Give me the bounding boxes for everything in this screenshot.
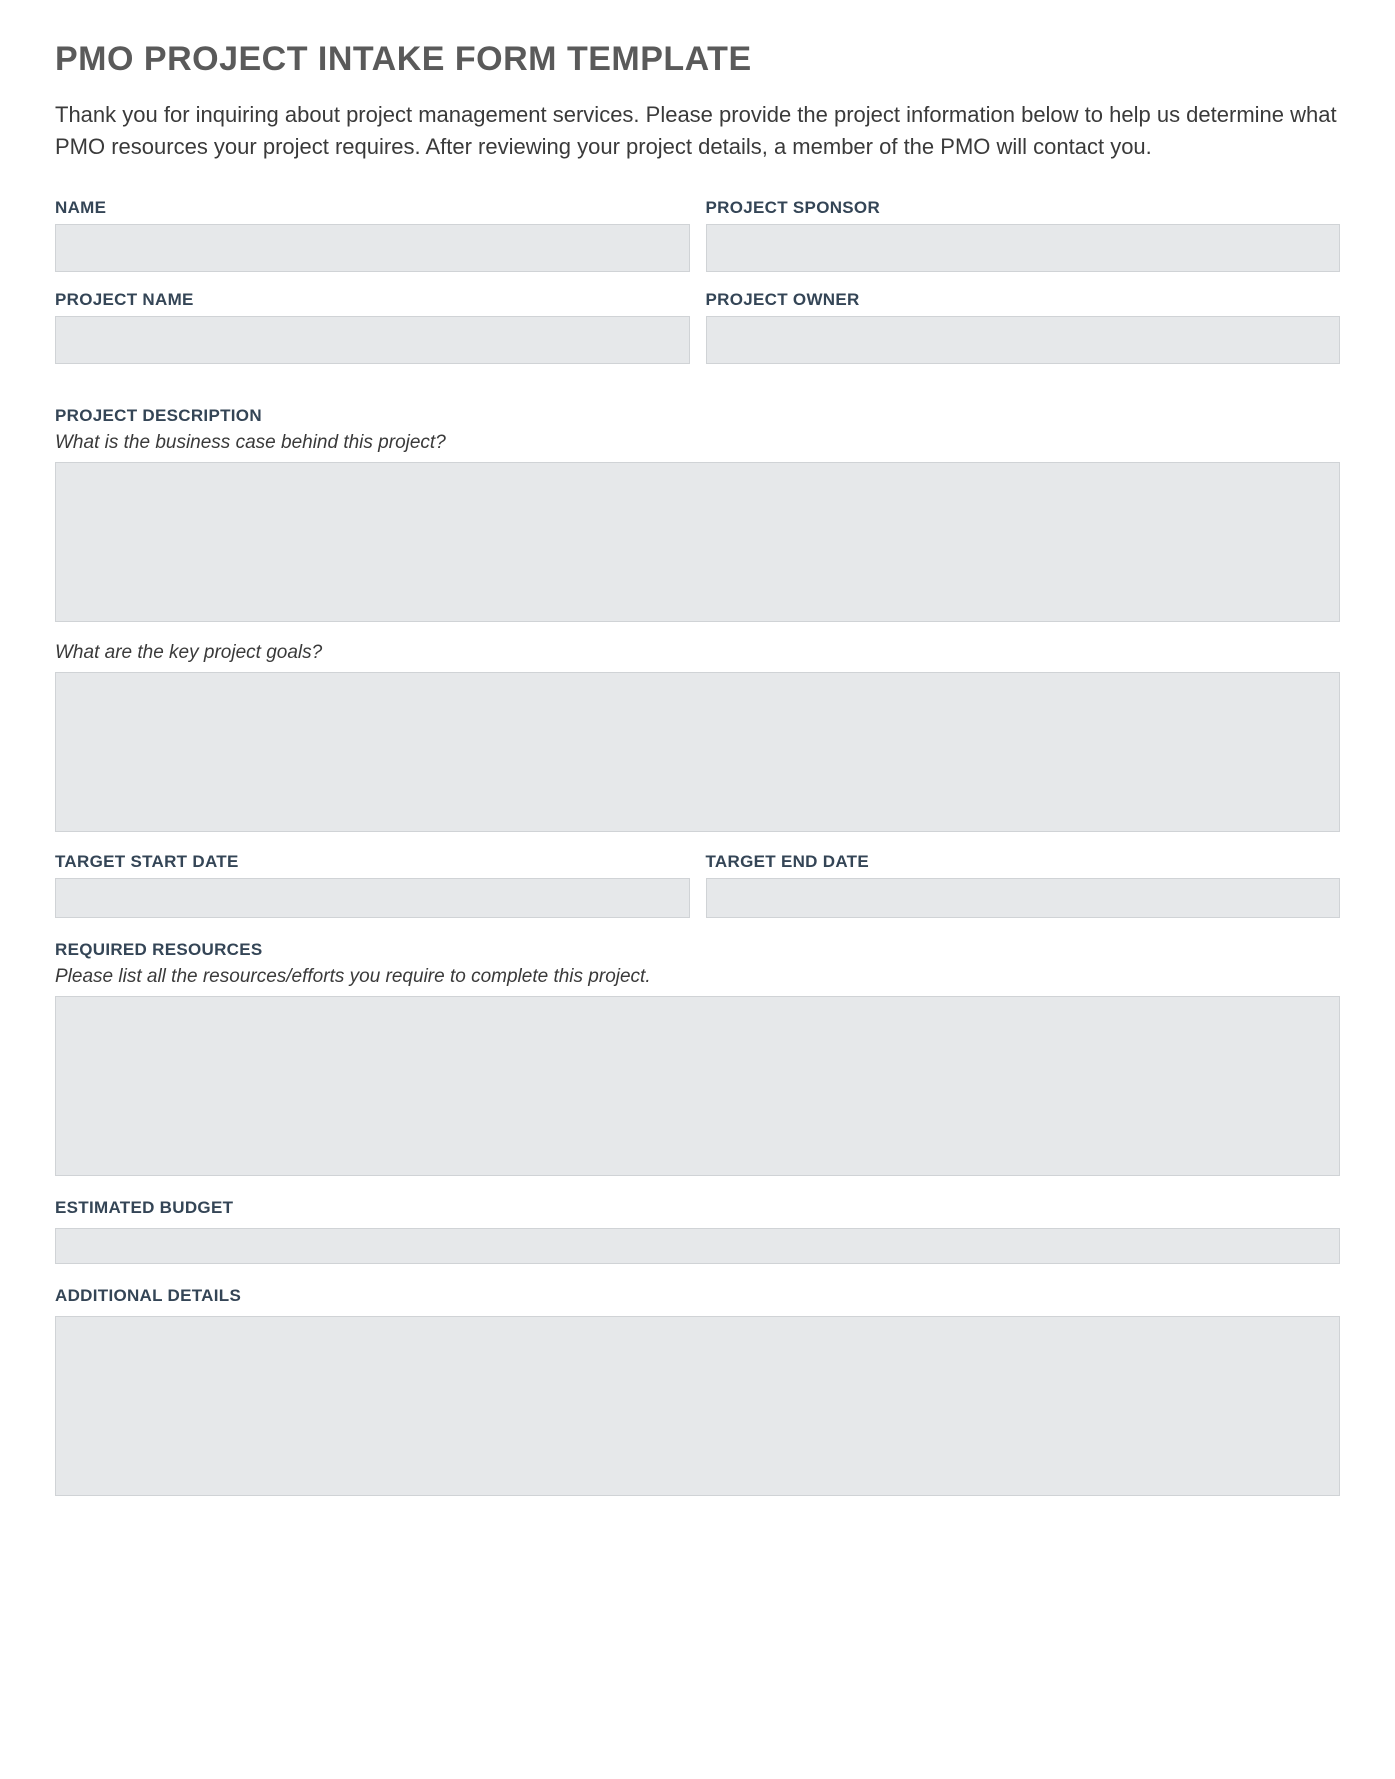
required-resources-textarea[interactable]: [55, 996, 1340, 1176]
name-input[interactable]: [55, 224, 690, 272]
page-title: PMO PROJECT INTAKE FORM TEMPLATE: [55, 40, 1340, 79]
project-name-input[interactable]: [55, 316, 690, 364]
additional-details-textarea[interactable]: [55, 1316, 1340, 1496]
additional-details-label: ADDITIONAL DETAILS: [55, 1286, 1340, 1306]
target-end-date-label: TARGET END DATE: [706, 852, 1341, 872]
row-name-sponsor: NAME PROJECT SPONSOR: [55, 198, 1340, 272]
required-resources-prompt: Please list all the resources/efforts yo…: [55, 966, 1340, 988]
project-sponsor-input[interactable]: [706, 224, 1341, 272]
required-resources-label: REQUIRED RESOURCES: [55, 940, 1340, 960]
name-label: NAME: [55, 198, 690, 218]
row-projectname-owner: PROJECT NAME PROJECT OWNER: [55, 290, 1340, 364]
target-end-date-input[interactable]: [706, 878, 1341, 918]
project-name-label: PROJECT NAME: [55, 290, 690, 310]
business-case-prompt: What is the business case behind this pr…: [55, 432, 1340, 454]
project-owner-input[interactable]: [706, 316, 1341, 364]
target-start-date-input[interactable]: [55, 878, 690, 918]
intro-paragraph: Thank you for inquiring about project ma…: [55, 99, 1340, 163]
target-start-date-label: TARGET START DATE: [55, 852, 690, 872]
key-goals-textarea[interactable]: [55, 672, 1340, 832]
business-case-textarea[interactable]: [55, 462, 1340, 622]
project-description-label: PROJECT DESCRIPTION: [55, 406, 1340, 426]
key-goals-prompt: What are the key project goals?: [55, 642, 1340, 664]
project-owner-label: PROJECT OWNER: [706, 290, 1341, 310]
estimated-budget-label: ESTIMATED BUDGET: [55, 1198, 1340, 1218]
estimated-budget-input[interactable]: [55, 1228, 1340, 1264]
project-sponsor-label: PROJECT SPONSOR: [706, 198, 1341, 218]
row-target-dates: TARGET START DATE TARGET END DATE: [55, 852, 1340, 918]
